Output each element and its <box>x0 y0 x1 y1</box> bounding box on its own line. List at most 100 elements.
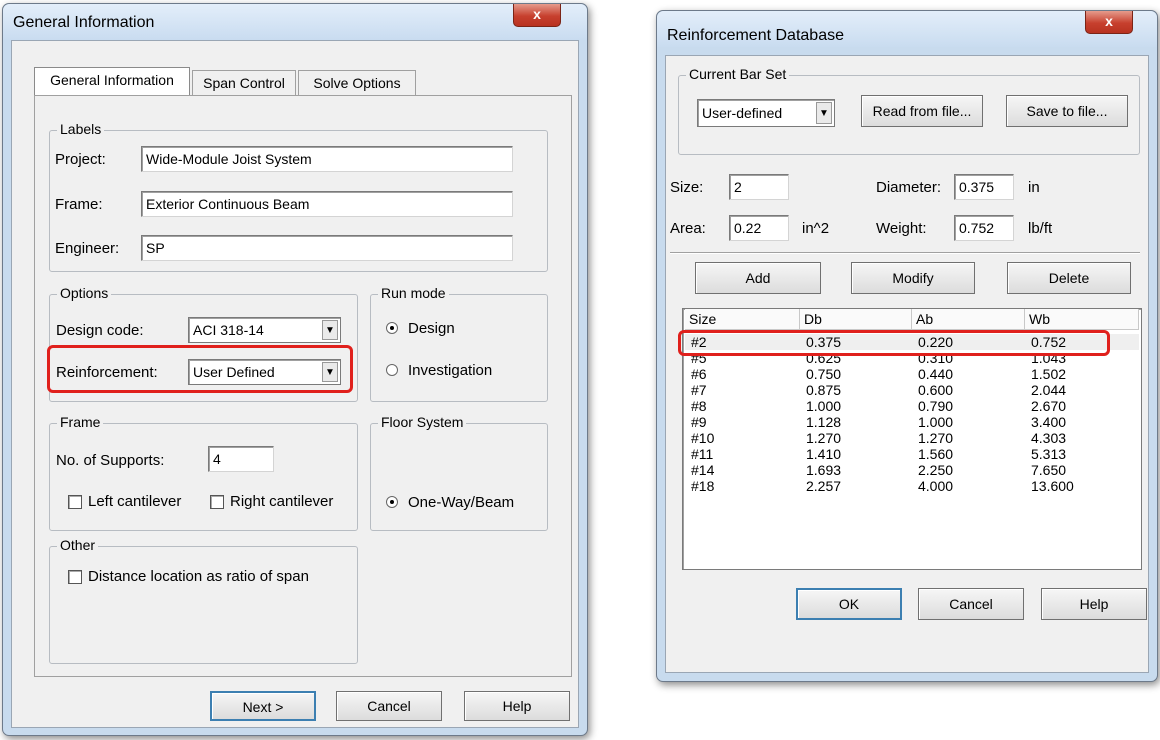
title-bar[interactable]: Reinforcement Database x <box>657 11 1157 47</box>
dialog-client-area: General Information Span Control Solve O… <box>11 40 579 728</box>
separator <box>670 252 1140 254</box>
area-label: Area: <box>670 220 706 237</box>
one-way-beam-radio[interactable] <box>386 496 398 508</box>
other-group-title: Other <box>57 537 99 553</box>
engineer-field[interactable]: SP <box>141 235 513 261</box>
table-row[interactable]: #10 1.270 1.270 4.303 <box>685 430 1139 446</box>
diameter-label: Diameter: <box>876 179 942 196</box>
table-cell: 1.560 <box>918 446 954 462</box>
window-title: General Information <box>13 14 155 31</box>
run-mode-group-title: Run mode <box>378 285 449 301</box>
ok-button[interactable]: OK <box>796 588 902 620</box>
one-way-beam-label: One-Way/Beam <box>408 494 515 511</box>
table-row[interactable]: #8 1.000 0.790 2.670 <box>685 398 1139 414</box>
engineer-label: Engineer: <box>55 240 120 257</box>
other-group: Other <box>49 537 358 664</box>
table-cell: 2.044 <box>1031 382 1067 398</box>
tab-span-control[interactable]: Span Control <box>192 70 296 95</box>
current-bar-set-title: Current Bar Set <box>686 66 790 82</box>
investigation-radio[interactable] <box>386 364 398 376</box>
table-row[interactable]: #18 2.257 4.000 13.600 <box>685 478 1139 494</box>
size-field[interactable]: 2 <box>729 174 789 200</box>
area-unit: in^2 <box>802 220 830 237</box>
table-cell: 4.000 <box>918 478 954 494</box>
design-radio[interactable] <box>386 322 398 334</box>
labels-group-title: Labels <box>57 121 105 137</box>
table-cell: 13.600 <box>1031 478 1074 494</box>
frame-group: Frame <box>49 414 358 531</box>
chevron-down-icon[interactable]: ▼ <box>322 320 338 340</box>
table-cell: 1.270 <box>918 430 954 446</box>
distance-ratio-checkbox[interactable] <box>68 570 82 584</box>
left-cantilever-checkbox[interactable] <box>68 495 82 509</box>
reinforcement-highlight <box>47 345 353 393</box>
floor-system-group: Floor System <box>370 414 548 531</box>
diameter-unit: in <box>1028 179 1040 196</box>
save-to-file-button[interactable]: Save to file... <box>1006 95 1128 127</box>
delete-button[interactable]: Delete <box>1007 262 1131 294</box>
table-cell: #7 <box>691 382 707 398</box>
size-label: Size: <box>670 179 704 196</box>
dialog-client-area: Current Bar Set User-defined ▼ Read from… <box>665 55 1149 673</box>
table-cell: 7.650 <box>1031 462 1067 478</box>
column-header-db[interactable]: Db <box>800 309 912 330</box>
area-field[interactable]: 0.22 <box>729 215 789 241</box>
table-cell: 1.270 <box>806 430 842 446</box>
table-cell: #6 <box>691 366 707 382</box>
table-cell: #14 <box>691 462 715 478</box>
reinforcement-database-window: Reinforcement Database x Current Bar Set… <box>656 10 1158 682</box>
column-header-wb[interactable]: Wb <box>1025 309 1139 330</box>
help-button[interactable]: Help <box>464 691 570 721</box>
add-button[interactable]: Add <box>695 262 821 294</box>
read-from-file-button[interactable]: Read from file... <box>861 95 983 127</box>
weight-field[interactable]: 0.752 <box>954 215 1014 241</box>
project-field[interactable]: Wide-Module Joist System <box>141 146 513 172</box>
table-cell: 3.400 <box>1031 414 1067 430</box>
close-button[interactable]: x <box>1085 11 1133 34</box>
modify-button[interactable]: Modify <box>851 262 975 294</box>
table-cell: 4.303 <box>1031 430 1067 446</box>
radio-selected-dot <box>390 500 394 504</box>
table-row[interactable]: #7 0.875 0.600 2.044 <box>685 382 1139 398</box>
help-button[interactable]: Help <box>1041 588 1147 620</box>
next-button[interactable]: Next > <box>210 691 316 721</box>
table-row[interactable]: #6 0.750 0.440 1.502 <box>685 366 1139 382</box>
frame-group-title: Frame <box>57 414 104 430</box>
run-mode-group: Run mode <box>370 285 548 402</box>
distance-ratio-label: Distance location as ratio of span <box>88 568 309 585</box>
title-bar[interactable]: General Information x <box>3 4 587 40</box>
cancel-button[interactable]: Cancel <box>336 691 442 721</box>
table-cell: #9 <box>691 414 707 430</box>
right-cantilever-checkbox[interactable] <box>210 495 224 509</box>
table-cell: 1.000 <box>918 414 954 430</box>
frame-field[interactable]: Exterior Continuous Beam <box>141 191 513 217</box>
table-cell: 1.502 <box>1031 366 1067 382</box>
table-cell: 1.693 <box>806 462 842 478</box>
table-cell: 0.600 <box>918 382 954 398</box>
close-button[interactable]: x <box>513 4 561 27</box>
design-code-select[interactable]: ACI 318-14 ▼ <box>188 317 341 343</box>
table-row[interactable]: #14 1.693 2.250 7.650 <box>685 462 1139 478</box>
column-header-ab[interactable]: Ab <box>912 309 1025 330</box>
bar-set-select[interactable]: User-defined ▼ <box>697 99 835 127</box>
table-row[interactable]: #11 1.410 1.560 5.313 <box>685 446 1139 462</box>
chevron-down-icon[interactable]: ▼ <box>816 102 832 124</box>
table-cell: 0.790 <box>918 398 954 414</box>
cancel-button[interactable]: Cancel <box>918 588 1024 620</box>
diameter-field[interactable]: 0.375 <box>954 174 1014 200</box>
row-highlight <box>678 330 1110 356</box>
table-cell: 1.410 <box>806 446 842 462</box>
tab-general-information[interactable]: General Information <box>34 67 190 95</box>
design-radio-label: Design <box>408 320 455 337</box>
table-row[interactable]: #9 1.128 1.000 3.400 <box>685 414 1139 430</box>
options-group-title: Options <box>57 285 112 301</box>
table-cell: #8 <box>691 398 707 414</box>
supports-field[interactable]: 4 <box>208 446 274 472</box>
weight-unit: lb/ft <box>1028 220 1053 237</box>
radio-selected-dot <box>390 326 394 330</box>
weight-label: Weight: <box>876 220 927 237</box>
tab-solve-options[interactable]: Solve Options <box>298 70 416 95</box>
table-cell: #10 <box>691 430 715 446</box>
floor-system-group-title: Floor System <box>378 414 467 430</box>
column-header-size[interactable]: Size <box>685 309 800 330</box>
